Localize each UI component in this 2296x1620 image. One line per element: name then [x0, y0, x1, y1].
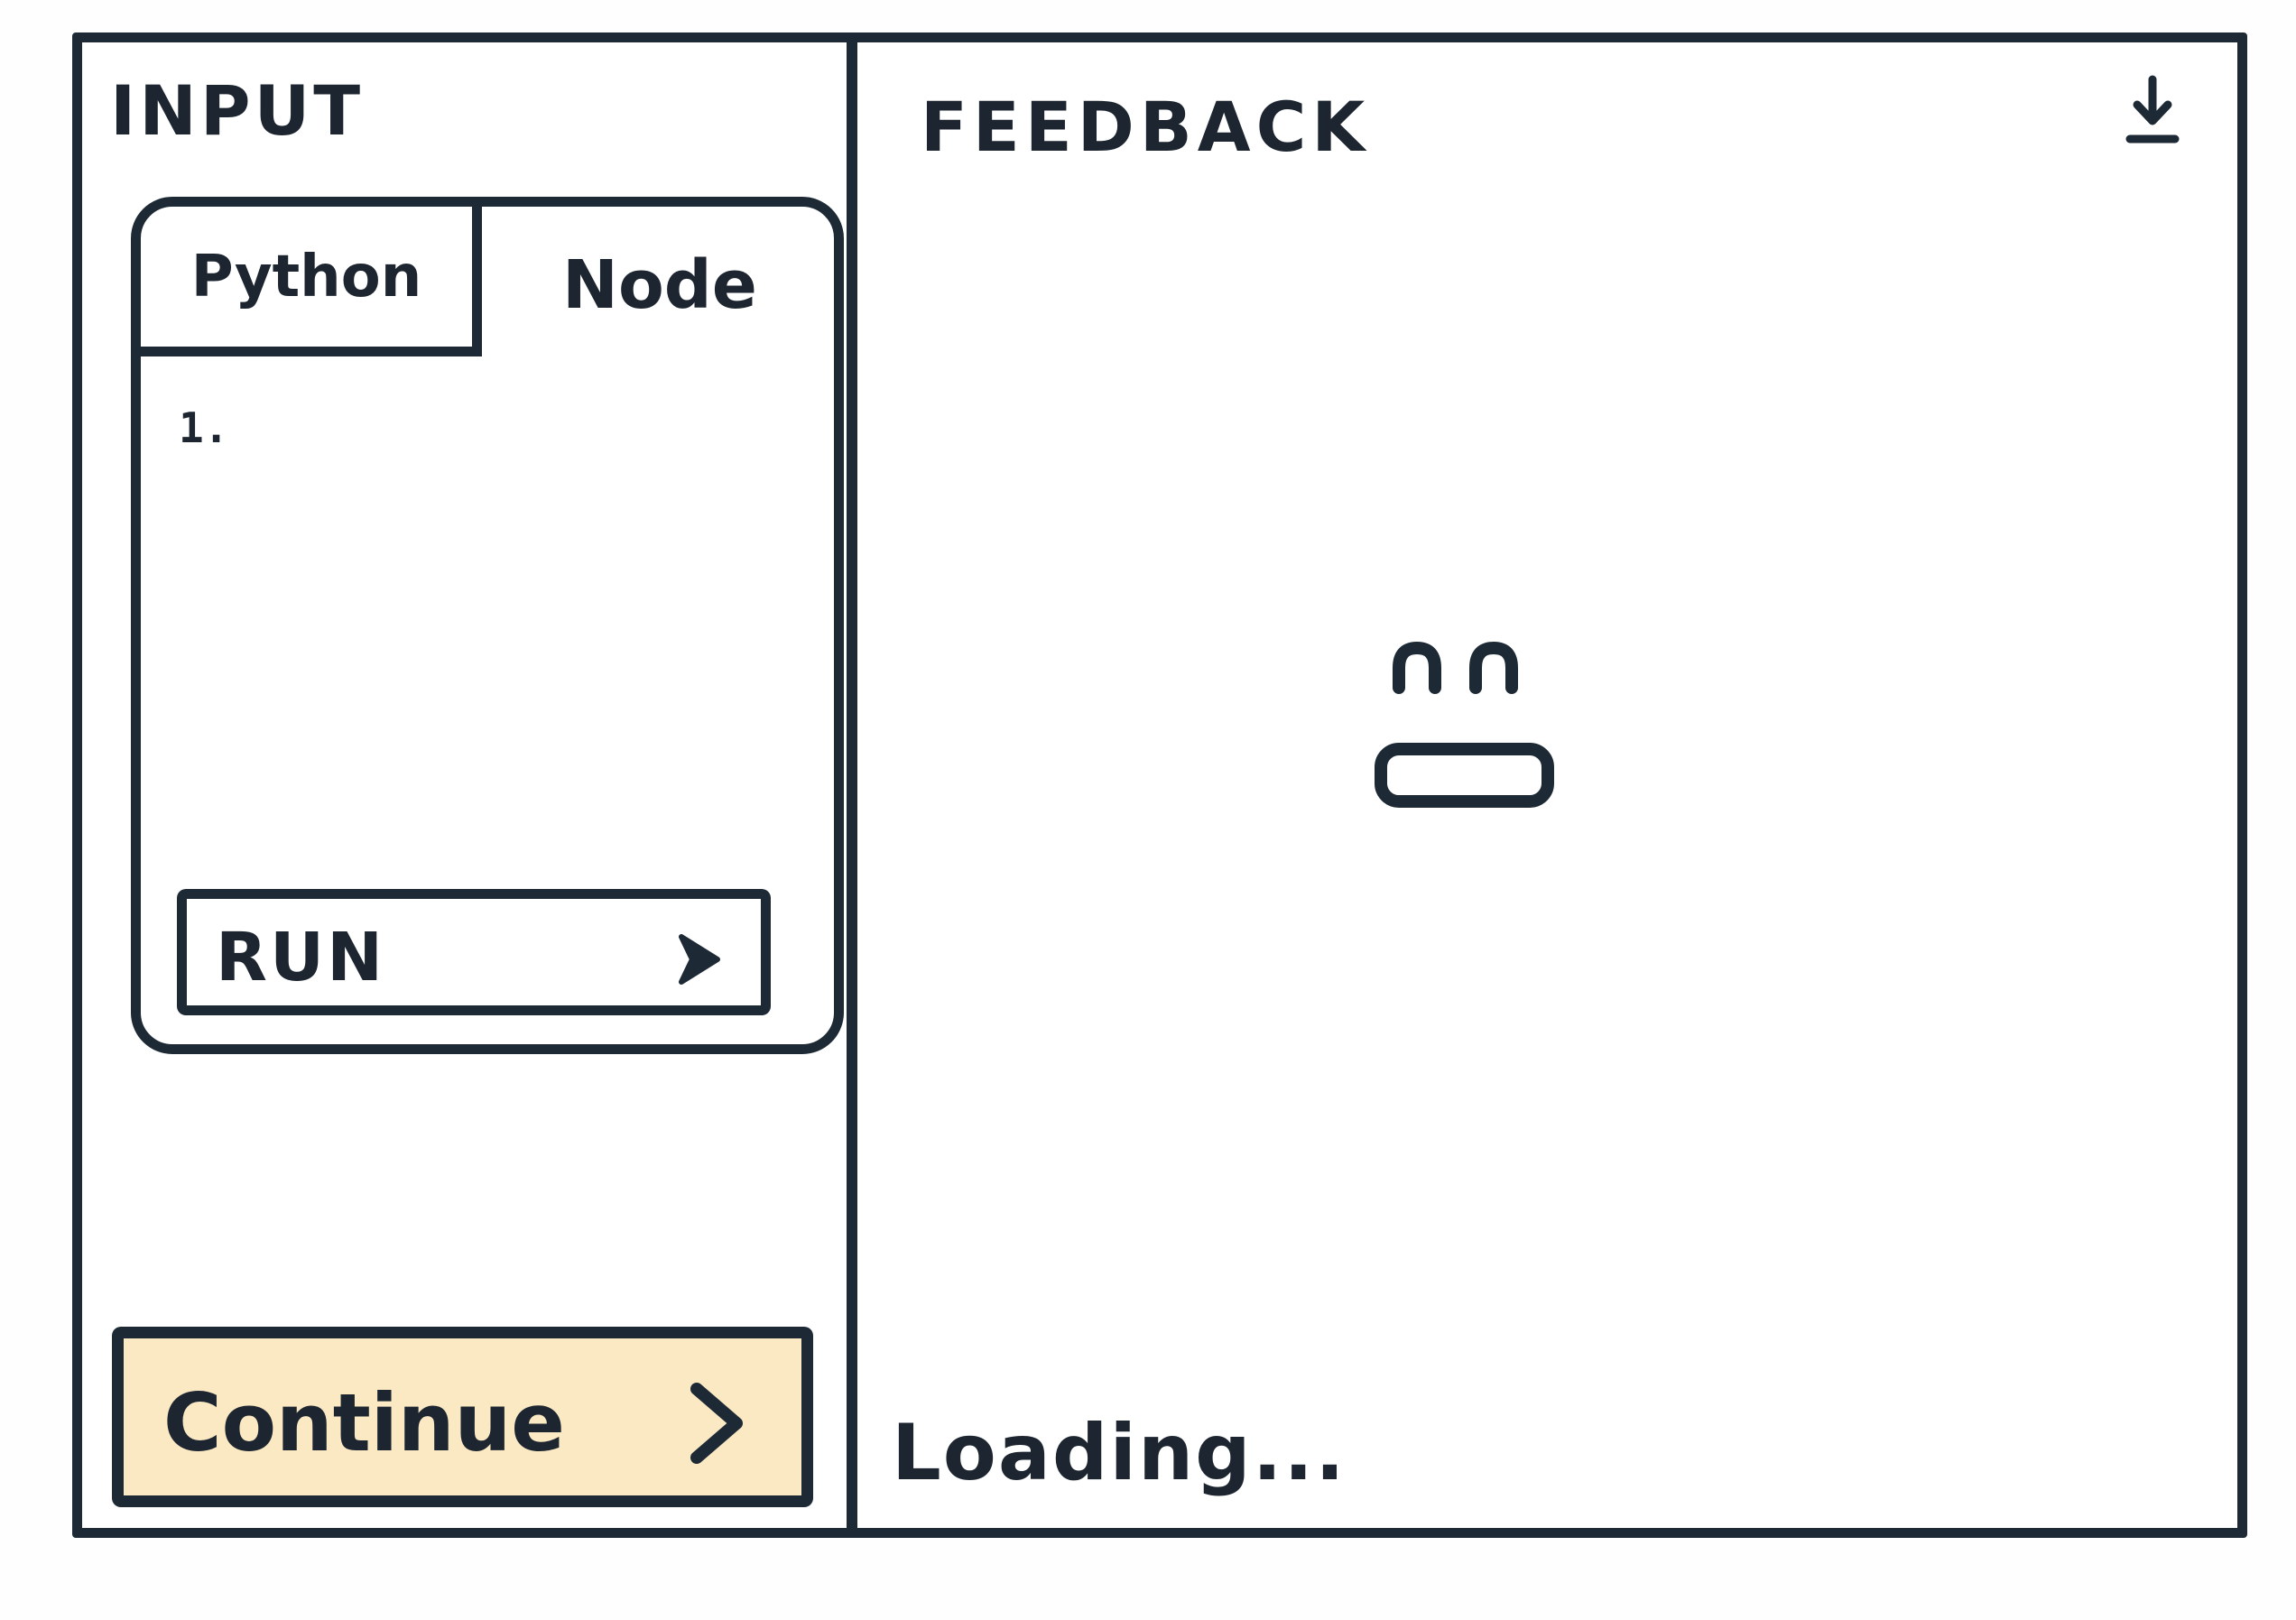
code-editor: Python Node 1. RUN — [131, 197, 844, 1054]
code-input-area[interactable]: 1. — [159, 366, 818, 835]
download-icon[interactable] — [2121, 72, 2184, 153]
run-button-label: RUN — [216, 919, 386, 996]
input-panel-title: INPUT — [110, 70, 365, 151]
placeholder-face-icon — [1375, 641, 1554, 808]
wireframe-sheet: INPUT Python Node 1. RUN Continue FEEDBA… — [0, 0, 2296, 1620]
continue-button[interactable]: Continue — [112, 1327, 813, 1507]
loading-status: Loading... — [892, 1408, 1347, 1498]
line-number: 1. — [179, 403, 229, 452]
chevron-right-icon — [679, 934, 720, 985]
run-button[interactable]: RUN — [177, 889, 771, 1015]
panel-divider — [847, 32, 857, 1538]
chevron-right-icon — [690, 1383, 743, 1464]
feedback-panel-title: FEEDBACK — [921, 87, 1371, 167]
continue-button-label: Continue — [163, 1376, 565, 1469]
tab-node[interactable]: Node — [502, 207, 818, 347]
tab-python[interactable]: Python — [141, 207, 482, 356]
